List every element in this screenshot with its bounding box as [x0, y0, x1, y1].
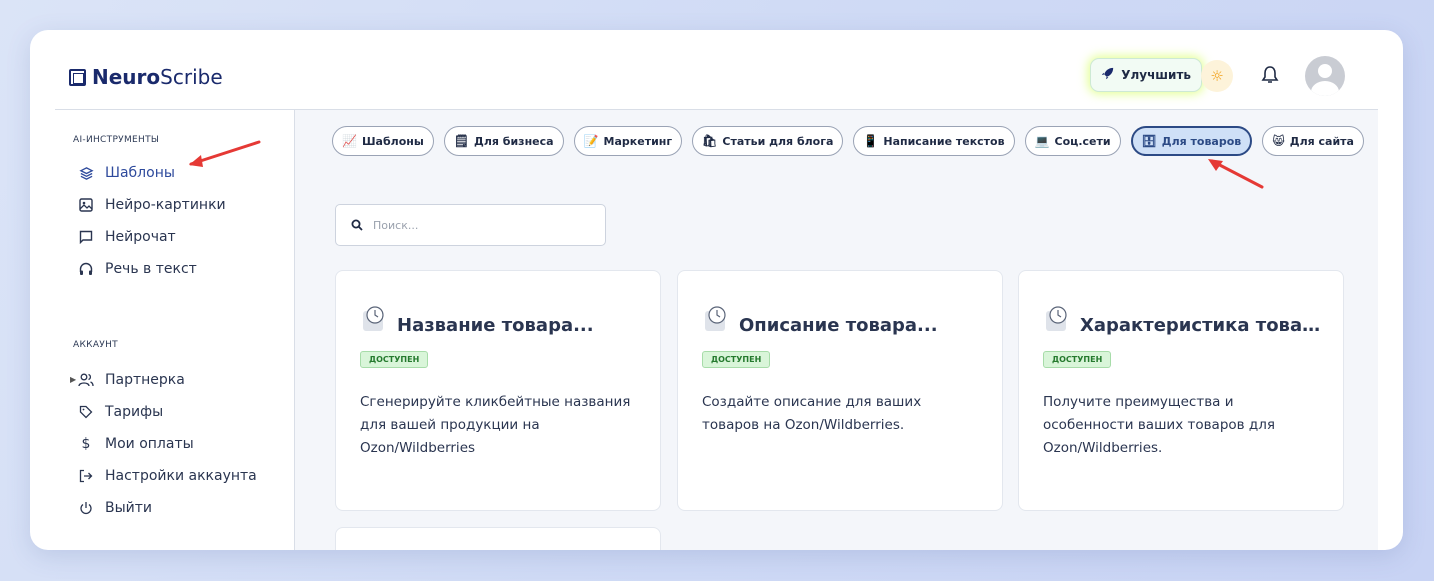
- sidebar-item-label: Настройки аккаунта: [105, 468, 257, 484]
- chip-business[interactable]: 🗒 Для бизнеса: [443, 126, 564, 156]
- rocket-icon: [1101, 67, 1114, 83]
- stopwatch-icon: [361, 305, 387, 333]
- brand-name-bold: Neuro: [92, 65, 161, 89]
- brand-name-light: Scribe: [160, 65, 223, 89]
- notifications-button[interactable]: [1257, 64, 1283, 90]
- card-description: Сгенерируйте кликбейтные названия для ва…: [360, 394, 631, 456]
- stopwatch-icon: [1044, 305, 1070, 333]
- dollar-icon: $: [81, 436, 91, 452]
- chip-social[interactable]: 💻 Соц.сети: [1024, 126, 1121, 156]
- caret-right-icon[interactable]: ▶: [70, 375, 76, 384]
- chip-templates[interactable]: 📈 Шаблоны: [332, 126, 434, 156]
- status-badge: ДОСТУПЕН: [1043, 351, 1112, 368]
- laptop-icon: 💻: [1034, 134, 1050, 148]
- template-card[interactable]: Характеристика товар... ДОСТУПЕН Получит…: [1018, 270, 1344, 511]
- sidebar-item-account-settings[interactable]: Настройки аккаунта: [78, 465, 257, 487]
- logo[interactable]: NeuroScribe: [69, 65, 223, 89]
- app-window: NeuroScribe Улучшить ☼ AI-ИНСТРУМЕНТЫ Ша…: [30, 30, 1403, 550]
- chip-text-writing[interactable]: 📱 Написание текстов: [853, 126, 1015, 156]
- card-description: Получите преимущества и особенности ваши…: [1043, 394, 1275, 456]
- upgrade-label: Улучшить: [1121, 68, 1191, 82]
- card-description: Создайте описание для ваших товаров на O…: [702, 394, 922, 433]
- bell-icon: [1261, 65, 1279, 89]
- section-title-account: АККАУНТ: [73, 340, 118, 350]
- card-title: Название товара...: [397, 315, 594, 336]
- sidebar: AI-ИНСТРУМЕНТЫ Шаблоны Нейро-картинки Не…: [55, 110, 295, 550]
- sidebar-item-partner[interactable]: Партнерка: [78, 369, 185, 391]
- main-content: 📈 Шаблоны 🗒 Для бизнеса 📝 Маркетинг 🛍 Статьи…: [295, 110, 1378, 550]
- sidebar-item-templates[interactable]: Шаблоны: [78, 162, 175, 184]
- sun-icon: ☼: [1210, 67, 1224, 85]
- avatar[interactable]: [1305, 56, 1345, 96]
- image-icon: [78, 197, 94, 213]
- status-badge: ДОСТУПЕН: [702, 351, 771, 368]
- chip-website[interactable]: 😸 Для сайта: [1262, 126, 1364, 156]
- chip-label: Статьи для блога: [722, 134, 834, 148]
- headphones-icon: [78, 261, 94, 277]
- chip-label: Соц.сети: [1054, 134, 1111, 148]
- sidebar-item-label: Шаблоны: [105, 165, 175, 181]
- chat-icon: [78, 229, 94, 245]
- theme-toggle-button[interactable]: ☼: [1201, 60, 1233, 92]
- template-card[interactable]: Описание товара... ДОСТУПЕН Создайте опи…: [677, 270, 1003, 511]
- search-box[interactable]: [335, 204, 606, 246]
- shopping-bags-icon: 🛍: [702, 134, 718, 148]
- memo-icon: 📝: [583, 134, 599, 148]
- sidebar-item-label: Партнерка: [105, 372, 185, 388]
- template-card[interactable]: [335, 527, 661, 550]
- phone-icon: 📱: [863, 134, 879, 148]
- template-card[interactable]: Название товара... ДОСТУПЕН Сгенерируйте…: [335, 270, 661, 511]
- logo-icon: [69, 68, 86, 86]
- section-title-tools: AI-ИНСТРУМЕНТЫ: [73, 135, 160, 145]
- chip-label: Маркетинг: [603, 134, 673, 148]
- chip-label: Шаблоны: [361, 134, 424, 148]
- sidebar-item-label: Выйти: [105, 500, 153, 516]
- file-cabinet-icon: 🗄: [1141, 134, 1157, 148]
- sidebar-item-label: Нейро-картинки: [105, 197, 226, 213]
- search-input[interactable]: [373, 218, 593, 232]
- category-chips: 📈 Шаблоны 🗒 Для бизнеса 📝 Маркетинг 🛍 Статьи…: [332, 126, 1364, 156]
- sidebar-item-label: Тарифы: [105, 404, 164, 420]
- chip-products[interactable]: 🗄 Для товаров: [1130, 126, 1253, 156]
- layers-icon: [78, 165, 94, 181]
- chip-label: Для товаров: [1161, 134, 1242, 148]
- sidebar-item-tariffs[interactable]: Тарифы: [78, 401, 163, 423]
- status-badge: ДОСТУПЕН: [360, 351, 429, 368]
- cat-icon: 😸: [1272, 134, 1285, 148]
- upgrade-button[interactable]: Улучшить: [1090, 58, 1202, 92]
- chip-label: Для бизнеса: [474, 134, 554, 148]
- sidebar-item-neurochat[interactable]: Нейрочат: [78, 226, 176, 248]
- chart-icon: 📈: [342, 134, 357, 148]
- login-icon: [78, 468, 94, 484]
- sidebar-item-label: Речь в текст: [105, 261, 197, 277]
- sidebar-item-speech-to-text[interactable]: Речь в текст: [78, 258, 197, 280]
- chip-marketing[interactable]: 📝 Маркетинг: [573, 126, 683, 156]
- chip-blog-articles[interactable]: 🛍 Статьи для блога: [692, 126, 844, 156]
- card-title: Описание товара...: [739, 315, 938, 336]
- users-icon: [78, 372, 94, 388]
- chip-label: Написание текстов: [883, 134, 1005, 148]
- stopwatch-icon: [703, 305, 729, 333]
- power-icon: [78, 500, 94, 516]
- top-bar: NeuroScribe Улучшить ☼: [55, 30, 1378, 110]
- sidebar-item-payments[interactable]: $ Мои оплаты: [78, 433, 194, 455]
- notepad-icon: 🗒: [453, 134, 470, 148]
- sidebar-item-neuro-images[interactable]: Нейро-картинки: [78, 194, 226, 216]
- sidebar-item-label: Мои оплаты: [105, 436, 194, 452]
- tag-icon: [78, 404, 94, 420]
- chip-label: Для сайта: [1289, 134, 1354, 148]
- sidebar-item-logout[interactable]: Выйти: [78, 497, 152, 519]
- sidebar-item-label: Нейрочат: [105, 229, 176, 245]
- card-title: Характеристика товар...: [1080, 315, 1330, 336]
- search-icon: [351, 216, 363, 235]
